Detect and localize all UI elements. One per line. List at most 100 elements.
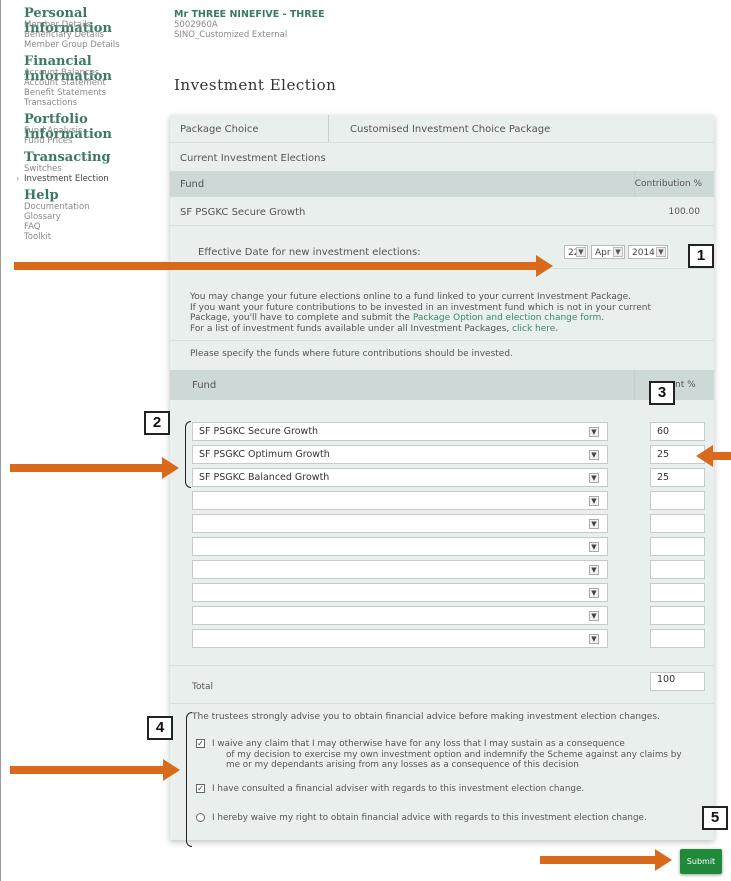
fund-select-10[interactable]: ▼	[192, 629, 608, 648]
percent-input-9[interactable]	[650, 606, 705, 625]
fund-select-7[interactable]: ▼	[192, 560, 608, 579]
info-line-1: You may change your future elections onl…	[190, 292, 632, 302]
current-fund-row: SF PSGKC Secure Growth 100.00	[170, 197, 714, 225]
percent-input-3[interactable]: 25	[650, 468, 705, 487]
chevron-down-icon: ▼	[589, 565, 599, 575]
percent-input-7[interactable]	[650, 560, 705, 579]
sidebar-item-glossary[interactable]: Glossary	[24, 212, 61, 222]
sidebar-item-member-group-details[interactable]: Member Group Details	[24, 40, 120, 50]
info-line-4: For a list of investment funds available…	[190, 324, 710, 335]
chevron-down-icon: ▼	[589, 427, 599, 437]
divider	[170, 665, 714, 666]
total-label: Total	[192, 682, 214, 692]
click-here-link[interactable]: click here	[512, 324, 555, 334]
annotation-badge-4: 4	[147, 716, 173, 740]
effective-year-select[interactable]: 2014 ▼	[628, 245, 668, 259]
waive-claim-checkbox[interactable]: ✓	[196, 739, 205, 748]
fund-select-2-value: SF PSGKC Optimum Growth	[199, 449, 330, 460]
info-line-3-prefix: Package, you'll have to complete and sub…	[190, 313, 413, 323]
specify-instruction: Please specify the funds where future co…	[190, 349, 513, 359]
advice-group-bracket	[186, 712, 192, 847]
divider	[170, 703, 714, 704]
chevron-down-icon: ▼	[656, 247, 666, 257]
chevron-down-icon: ▼	[589, 588, 599, 598]
effective-month-select[interactable]: Apr ▼	[591, 245, 625, 259]
active-item-marker-icon: ›	[16, 174, 20, 183]
current-col-fund: Fund	[180, 179, 205, 190]
consulted-adviser-checkbox[interactable]: ✓	[196, 784, 205, 793]
page-title: Investment Election	[174, 76, 337, 94]
header-divider	[634, 370, 635, 400]
fund-select-9[interactable]: ▼	[192, 606, 608, 625]
annotation-badge-5: 5	[702, 806, 728, 830]
fund-select-4[interactable]: ▼	[192, 491, 608, 510]
waive-advice-radio[interactable]	[196, 813, 205, 822]
annotation-arrow-5	[540, 849, 672, 871]
member-plan: SINO_Customized External	[174, 30, 288, 40]
sidebar-item-toolkit[interactable]: Toolkit	[24, 232, 51, 242]
sidebar-item-faq[interactable]: FAQ	[24, 222, 40, 232]
percent-input-10[interactable]	[650, 629, 705, 648]
fund-select-1[interactable]: SF PSGKC Secure Growth ▼	[192, 422, 608, 441]
sidebar-item-member-details[interactable]: Member Details	[24, 20, 91, 30]
percent-input-1[interactable]: 60	[650, 422, 705, 441]
fund-select-8[interactable]: ▼	[192, 583, 608, 602]
waive-claim-text: I waive any claim that I may otherwise h…	[212, 739, 682, 771]
percent-input-8[interactable]	[650, 583, 705, 602]
sidebar-item-fund-analysis[interactable]: Fund Analysis	[24, 126, 82, 136]
percent-input-5[interactable]	[650, 514, 705, 533]
chevron-down-icon: ▼	[576, 247, 586, 257]
submit-button[interactable]: Submit	[680, 849, 722, 874]
package-label: Package Choice	[180, 124, 259, 135]
percent-input-6[interactable]	[650, 537, 705, 556]
waive-advice-text: I hereby waive my right to obtain financ…	[212, 813, 647, 823]
sidebar-item-account-statement[interactable]: Account Statement	[24, 78, 106, 88]
fund-group-bracket	[185, 421, 191, 488]
chevron-down-icon: ▼	[589, 611, 599, 621]
current-elections-row: Current Investment Elections	[170, 143, 714, 171]
current-fund-name: SF PSGKC Secure Growth	[180, 207, 306, 218]
percent-input-4[interactable]	[650, 491, 705, 510]
fund-select-2[interactable]: SF PSGKC Optimum Growth ▼	[192, 445, 608, 464]
sidebar-item-fund-prices[interactable]: Fund Prices	[24, 136, 72, 146]
divider	[170, 340, 714, 341]
sidebar-heading-help: Help	[24, 188, 59, 203]
package-option-form-link[interactable]: Package Option and election change form	[413, 313, 601, 323]
current-fund-value: 100.00	[668, 207, 701, 217]
fund-select-5[interactable]: ▼	[192, 514, 608, 533]
member-number: 5002960A	[174, 20, 218, 30]
future-col-percent: nt %	[675, 380, 696, 390]
waive-claim-line-2: of my decision to exercise my own invest…	[226, 749, 682, 760]
chevron-down-icon: ▼	[589, 634, 599, 644]
effective-day-select[interactable]: 22 ▼	[564, 245, 588, 259]
sidebar-item-transactions[interactable]: Transactions	[24, 98, 77, 108]
annotation-badge-2: 2	[144, 411, 170, 435]
advice-intro: The trustees strongly advise you to obta…	[192, 712, 660, 722]
current-table-header: Fund Contribution %	[170, 171, 714, 197]
sidebar-item-documentation[interactable]: Documentation	[24, 202, 90, 212]
fund-select-6[interactable]: ▼	[192, 537, 608, 556]
sidebar-heading-transacting: Transacting	[24, 150, 111, 165]
sidebar-item-beneficiary-details[interactable]: Beneficiary Details	[24, 30, 104, 40]
effective-year-value: 2014	[632, 248, 655, 258]
info-line-3: Package, you'll have to complete and sub…	[190, 313, 710, 324]
fund-select-3[interactable]: SF PSGKC Balanced Growth ▼	[192, 468, 608, 487]
sidebar-item-benefit-statements[interactable]: Benefit Statements	[24, 88, 106, 98]
info-line-3-suffix: .	[601, 313, 605, 323]
package-divider	[328, 115, 329, 142]
investment-election-panel: Package Choice Customised Investment Cho…	[170, 115, 714, 840]
sidebar-item-investment-election[interactable]: Investment Election	[24, 174, 109, 184]
current-col-contribution: Contribution %	[634, 179, 702, 189]
annotation-arrow-2	[10, 457, 179, 479]
sidebar-item-switches[interactable]: Switches	[24, 164, 62, 174]
sidebar-item-account-balances[interactable]: Account Balances	[24, 68, 99, 78]
current-elections-heading: Current Investment Elections	[180, 153, 326, 164]
chevron-down-icon: ▼	[589, 450, 599, 460]
info-line-2: If you want your future contributions to…	[190, 302, 651, 313]
member-name: Mr THREE NINEFIVE - THREE	[174, 9, 325, 20]
sidebar-nav: Personal Information Member Details Bene…	[0, 0, 170, 881]
future-table-header: Fund nt %	[170, 370, 714, 400]
info-line-4-suffix: .	[555, 323, 559, 334]
package-row: Package Choice Customised Investment Cho…	[170, 115, 714, 142]
fund-select-1-value: SF PSGKC Secure Growth	[199, 426, 319, 437]
